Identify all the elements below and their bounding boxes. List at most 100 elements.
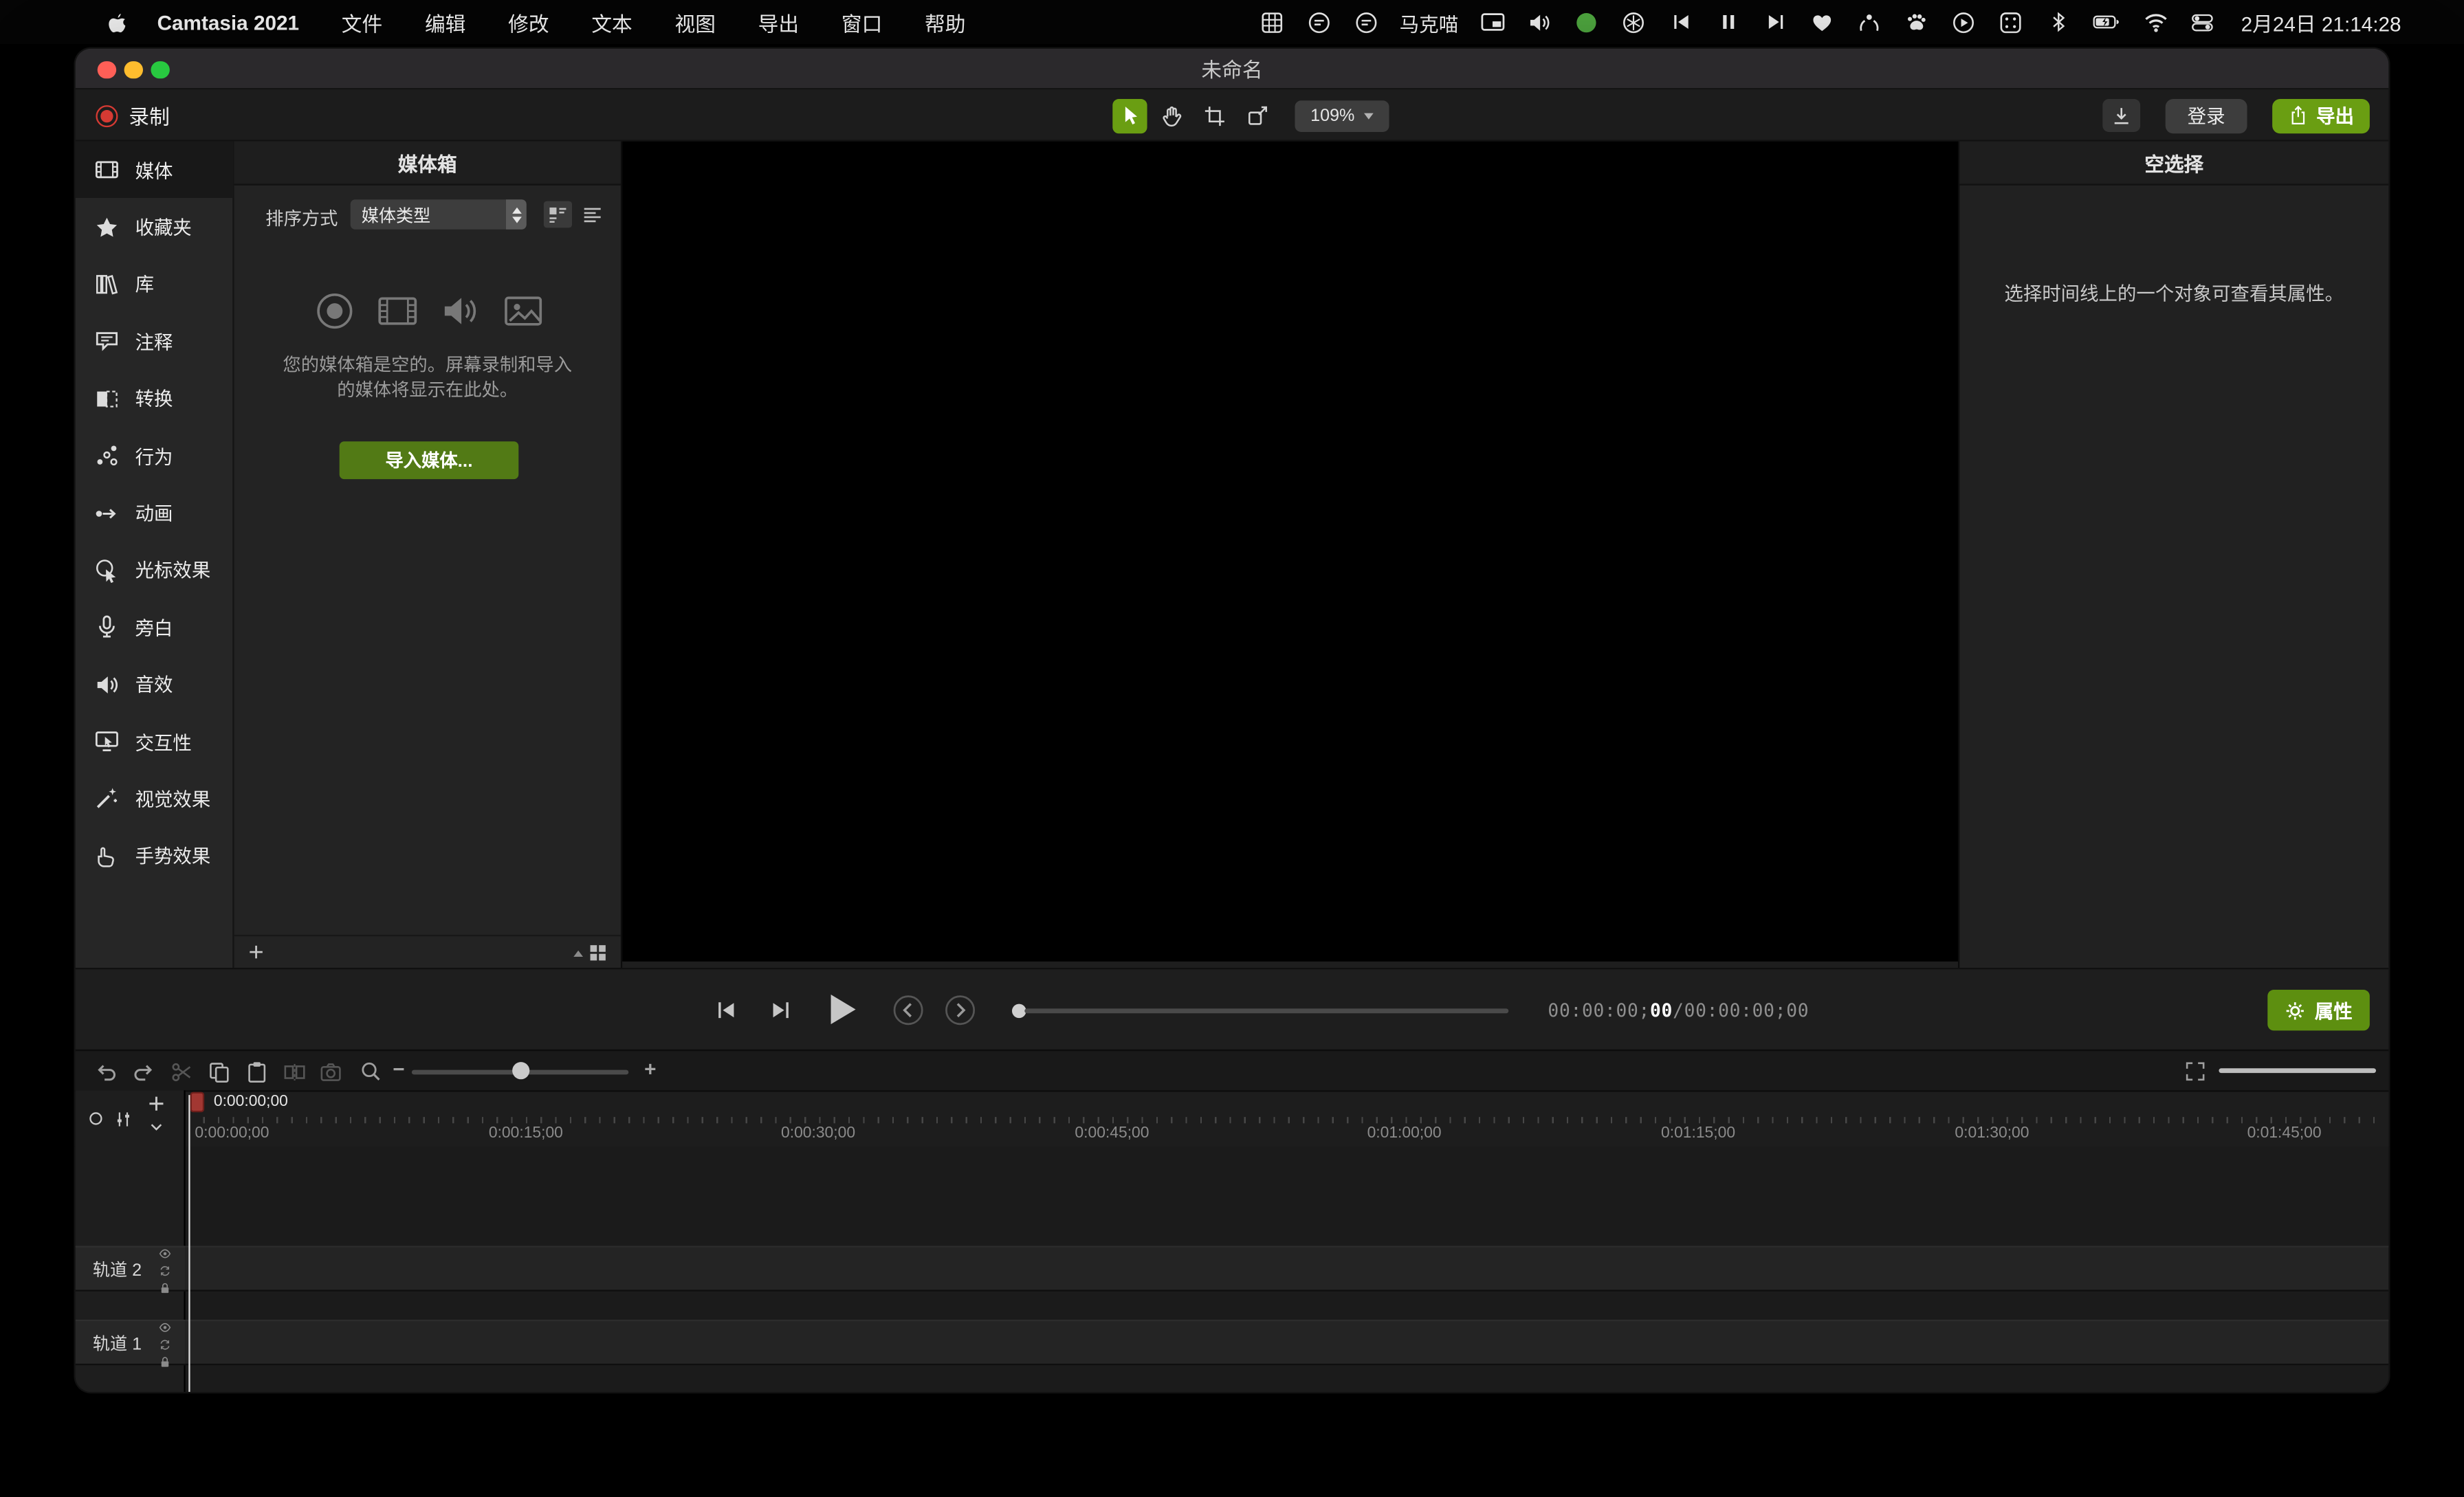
app-menu-title[interactable]: Camtasia 2021 — [157, 10, 300, 34]
select-tool-button[interactable] — [1112, 98, 1147, 133]
menu-modify[interactable]: 修改 — [508, 7, 549, 36]
menu-help[interactable]: 帮助 — [925, 7, 965, 36]
scale-tool-button[interactable] — [1240, 98, 1274, 133]
bluetooth-icon[interactable] — [2045, 9, 2071, 36]
sidebar-item-library[interactable]: 库 — [76, 256, 233, 313]
pan-tool-button[interactable] — [1155, 98, 1189, 133]
apple-icon[interactable] — [104, 9, 131, 36]
skip-back-icon[interactable] — [1667, 9, 1694, 36]
activity-icon[interactable] — [1620, 9, 1647, 36]
timeline-tracks[interactable] — [76, 1147, 2389, 1393]
grid-icon[interactable] — [1258, 9, 1285, 36]
paste-button[interactable] — [243, 1059, 269, 1085]
play-circle-icon[interactable] — [1950, 9, 1977, 36]
canvas-zoom-value: 109% — [1310, 106, 1354, 124]
add-track-button[interactable] — [146, 1094, 167, 1114]
track-lane-1[interactable] — [186, 1320, 2389, 1365]
undo-button[interactable] — [93, 1059, 118, 1085]
download-button[interactable] — [2102, 99, 2140, 132]
sidebar-item-audio-effects[interactable]: 音效 — [76, 656, 233, 713]
chat-icon-2[interactable] — [1352, 9, 1379, 36]
grid-view-button[interactable] — [573, 942, 608, 963]
scrubber-track[interactable] — [1024, 1008, 1508, 1013]
pause-icon[interactable] — [1715, 9, 1741, 36]
track-loop-icon[interactable] — [159, 1265, 171, 1277]
sidebar-item-media[interactable]: 媒体 — [76, 142, 233, 199]
record-button[interactable]: 录制 — [96, 89, 169, 141]
view-thumbnails-button[interactable] — [544, 201, 572, 228]
screen-mirroring-icon[interactable] — [1479, 9, 1506, 36]
minimize-button[interactable] — [124, 60, 142, 78]
canvas[interactable] — [622, 142, 1958, 962]
redo-button[interactable] — [131, 1059, 156, 1085]
sidebar-item-transitions[interactable]: 转换 — [76, 370, 233, 427]
next-frame-button[interactable] — [769, 997, 794, 1023]
volume-icon[interactable] — [1526, 9, 1553, 36]
sidebar-item-visual-effects[interactable]: 视觉效果 — [76, 770, 233, 828]
jump-back-button[interactable] — [892, 995, 924, 1026]
properties-button[interactable]: 属性 — [2267, 990, 2370, 1030]
sidebar-item-favorites[interactable]: 收藏夹 — [76, 199, 233, 256]
menu-export[interactable]: 导出 — [758, 7, 799, 36]
cut-button[interactable] — [168, 1059, 194, 1085]
menu-view[interactable]: 视图 — [675, 7, 716, 36]
chat-icon[interactable] — [1305, 9, 1332, 36]
sidebar-item-behaviors[interactable]: 行为 — [76, 428, 233, 485]
expand-timeline-button[interactable] — [2183, 1059, 2208, 1085]
copy-button[interactable] — [206, 1059, 231, 1085]
paw-icon[interactable] — [1903, 9, 1930, 36]
timeline-zoom-slider-handle[interactable] — [512, 1062, 529, 1079]
canvas-zoom-select[interactable]: 109% — [1295, 100, 1389, 131]
menu-window[interactable]: 窗口 — [842, 7, 882, 36]
input-source-icon[interactable] — [1997, 9, 2024, 36]
sidebar-item-annotations[interactable]: 注释 — [76, 313, 233, 370]
track-eye-icon[interactable] — [159, 1321, 171, 1333]
status-text[interactable]: 马克喵 — [1400, 7, 1459, 36]
close-button[interactable] — [98, 60, 116, 78]
export-button[interactable]: 导出 — [2272, 98, 2370, 133]
sort-by-select[interactable]: 媒体类型 — [351, 199, 527, 229]
menu-edit[interactable]: 编辑 — [425, 7, 465, 36]
wifi-icon[interactable] — [2142, 9, 2169, 36]
zoom-out-button[interactable]: − — [393, 1057, 404, 1080]
sidebar-item-narration[interactable]: 旁白 — [76, 599, 233, 656]
zoom-in-button[interactable]: + — [644, 1057, 656, 1080]
login-button[interactable]: 登录 — [2166, 98, 2247, 133]
zoom-button[interactable] — [151, 60, 168, 78]
track-lock-icon[interactable] — [159, 1356, 171, 1368]
add-media-button[interactable] — [247, 942, 265, 961]
previous-frame-button[interactable] — [714, 997, 739, 1023]
track-loop-icon[interactable] — [159, 1338, 171, 1351]
green-dot-icon[interactable] — [1573, 9, 1600, 36]
track-lane-2[interactable] — [186, 1246, 2389, 1291]
hands-icon[interactable] — [1856, 9, 1883, 36]
crop-tool-button[interactable] — [1198, 98, 1232, 133]
split-button[interactable] — [281, 1059, 307, 1085]
view-list-button[interactable] — [578, 201, 606, 228]
screenshot-button[interactable] — [318, 1059, 343, 1085]
sidebar-item-gesture-effects[interactable]: 手势效果 — [76, 828, 233, 885]
ruler-label: 0:01:00;00 — [1367, 1125, 1442, 1142]
jump-forward-button[interactable] — [945, 995, 976, 1026]
sidebar-item-animations[interactable]: 动画 — [76, 485, 233, 542]
track-eye-icon[interactable] — [159, 1248, 171, 1260]
menu-text[interactable]: 文本 — [591, 7, 632, 36]
chevron-down-icon[interactable] — [148, 1118, 165, 1135]
track-lock-icon[interactable] — [159, 1282, 171, 1294]
menu-file[interactable]: 文件 — [342, 7, 382, 36]
control-center-icon[interactable] — [2189, 9, 2216, 36]
sidebar-item-interactivity[interactable]: 交互性 — [76, 713, 233, 770]
skip-forward-icon[interactable] — [1762, 9, 1789, 36]
timeline-scrollbar[interactable] — [2219, 1068, 2376, 1073]
playhead-handle[interactable] — [190, 1092, 205, 1113]
sidebar-item-cursor-effects[interactable]: 光标效果 — [76, 542, 233, 599]
menubar-clock[interactable]: 2月24日 21:14:28 — [2241, 7, 2401, 36]
record-indicator-icon[interactable] — [89, 1112, 102, 1124]
heart-icon[interactable] — [1809, 9, 1836, 36]
mixer-icon[interactable] — [113, 1109, 134, 1130]
timeline-ruler[interactable]: 0:00:00;00 0:00:15;00 0:00:30;00 0:00:45… — [76, 1090, 2389, 1146]
playhead-line[interactable] — [188, 1095, 190, 1392]
play-button[interactable] — [820, 988, 863, 1031]
battery-icon[interactable] — [2092, 9, 2122, 36]
import-media-button[interactable]: 导入媒体... — [340, 441, 519, 479]
